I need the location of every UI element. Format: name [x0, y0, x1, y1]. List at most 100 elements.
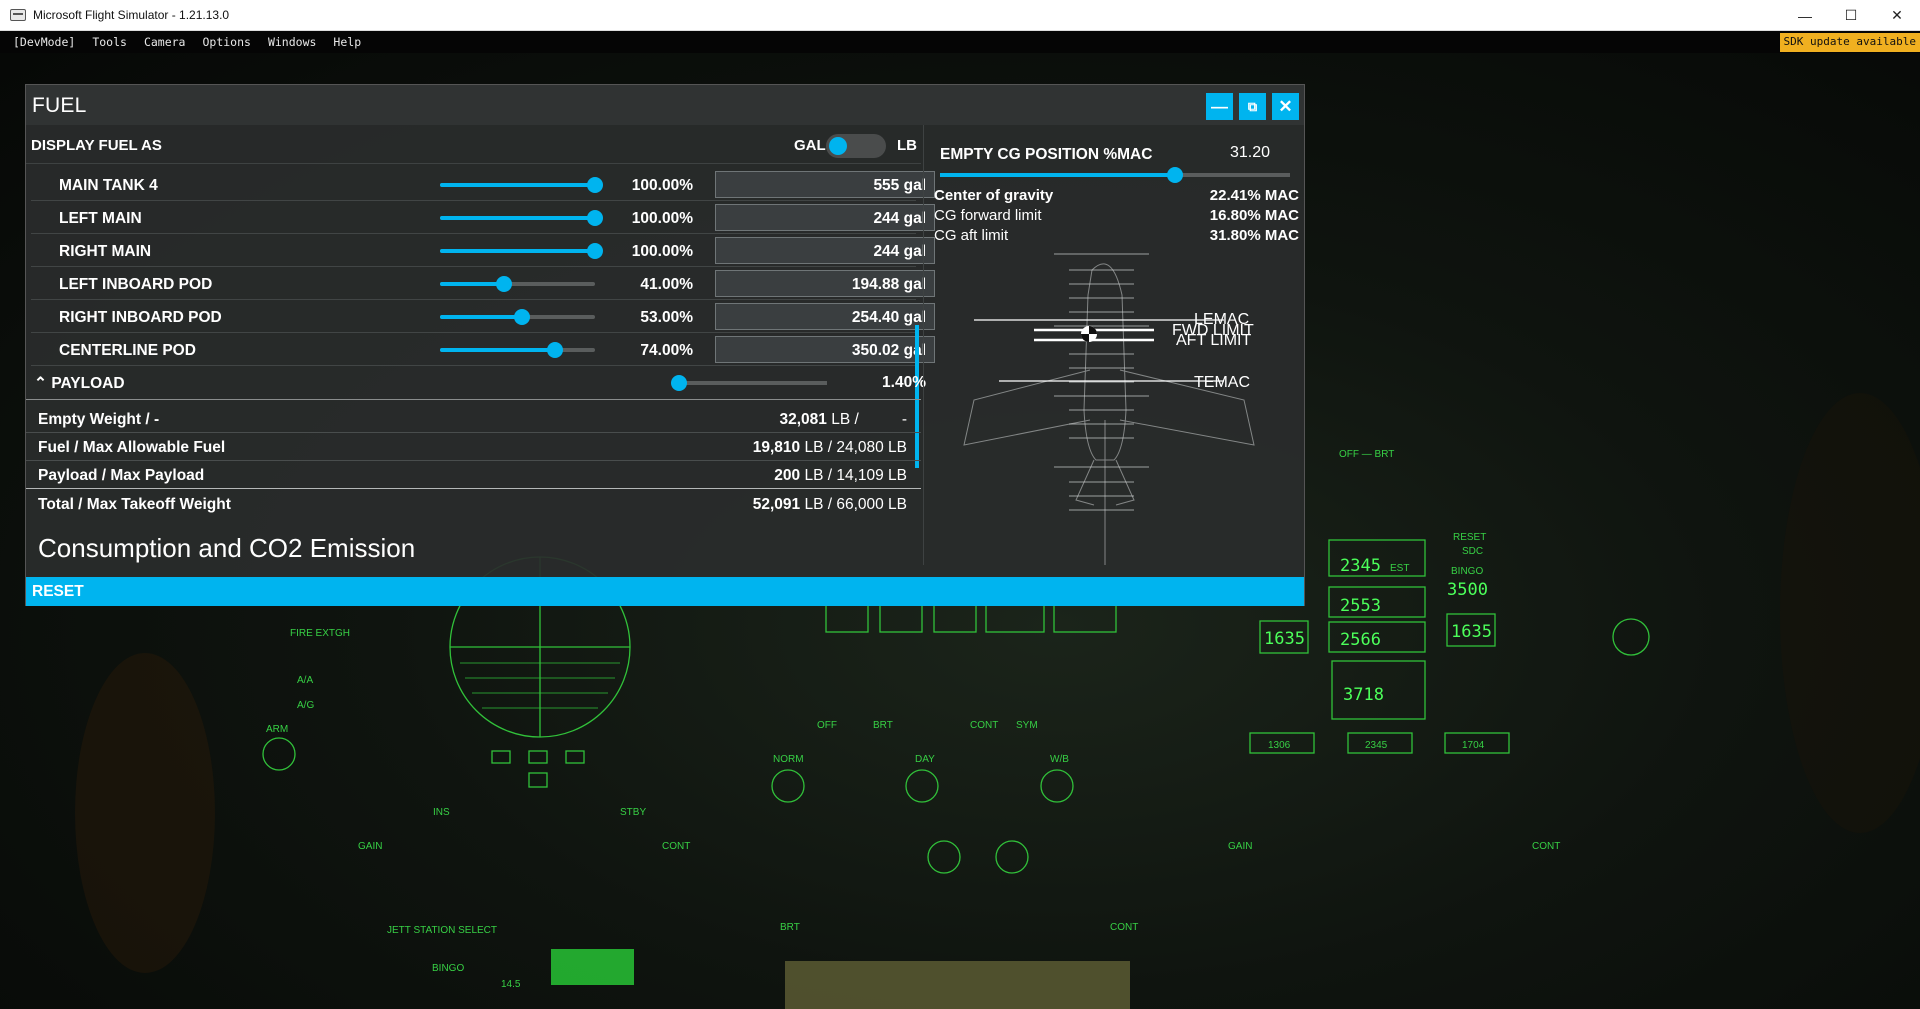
menu-options[interactable]: Options: [202, 35, 250, 49]
minimize-icon: —: [1211, 96, 1228, 116]
slider-fill: [940, 173, 1175, 177]
gal-option-label: GAL: [794, 137, 826, 154]
slider-fill: [440, 216, 595, 220]
external-window-icon: ⧉: [1247, 98, 1258, 114]
weight-value: 19,810 LB / 24,080 LB: [752, 439, 907, 456]
bingo-indicator: [551, 949, 634, 985]
reset-button[interactable]: RESET: [26, 577, 1304, 606]
svg-text:BRT: BRT: [873, 720, 893, 731]
tank-percent: 100.00%: [631, 177, 693, 194]
sdk-update-badge[interactable]: SDK update available: [1779, 33, 1920, 52]
svg-text:INS: INS: [433, 807, 450, 818]
consumption-heading[interactable]: Consumption and CO2 Emission: [38, 533, 415, 564]
tank-row: RIGHT MAIN 100.00% 244 gal: [31, 234, 935, 267]
window-titlebar: Microsoft Flight Simulator - 1.21.13.0 —…: [0, 0, 1920, 31]
weight-label: Payload / Max Payload: [38, 467, 205, 484]
slider-knob[interactable]: [495, 276, 512, 292]
fuel-panel-title: FUEL: [32, 94, 87, 117]
tank-name: LEFT MAIN: [59, 210, 142, 227]
maximize-window-button[interactable]: ☐: [1828, 0, 1874, 31]
svg-text:JETT STATION SELECT: JETT STATION SELECT: [387, 925, 497, 936]
tank-slider[interactable]: [440, 342, 595, 358]
svg-text:2345: 2345: [1365, 740, 1388, 751]
unit-toggle[interactable]: [826, 134, 886, 158]
slider-knob[interactable]: [514, 309, 531, 325]
payload-row[interactable]: ⌃ PAYLOAD 1.40%: [26, 364, 926, 400]
weight-row: Total / Max Takeoff Weight 52,091 LB / 6…: [26, 490, 921, 518]
tank-row: RIGHT INBOARD POD 53.00% 254.40 gal: [31, 300, 935, 333]
tank-row: LEFT MAIN 100.00% 244 gal: [31, 201, 935, 234]
cg-stat-label: Center of gravity: [934, 187, 1054, 204]
minimize-panel-button[interactable]: —: [1206, 93, 1233, 120]
slider-fill: [440, 282, 504, 286]
tank-quantity-field[interactable]: 194.88 gal: [715, 270, 935, 297]
tank-quantity-field[interactable]: 254.40 gal: [715, 303, 935, 330]
slider-knob[interactable]: [1167, 167, 1183, 183]
slider-knob[interactable]: [546, 342, 563, 358]
tank-slider[interactable]: [440, 243, 603, 259]
tank-name: RIGHT MAIN: [59, 243, 152, 260]
close-panel-button[interactable]: ✕: [1272, 93, 1299, 120]
svg-text:FIRE EXTGH: FIRE EXTGH: [290, 628, 350, 639]
menu-help[interactable]: Help: [333, 35, 361, 49]
grid-lines: [1054, 253, 1149, 511]
payload-percent: 1.40%: [882, 374, 926, 391]
weight-label: Empty Weight / -: [38, 411, 160, 428]
close-window-button[interactable]: ✕: [1874, 0, 1920, 31]
tank-quantity-field[interactable]: 244 gal: [715, 237, 935, 264]
tank-quantity-field[interactable]: 350.02 gal: [715, 336, 935, 363]
cg-aircraft-diagram: LEMAC FWD LIMIT AFT LIMIT TEMAC: [963, 253, 1255, 565]
weight-row: Payload / Max Payload 200 LB / 14,109 LB: [26, 461, 921, 489]
slider-fill: [440, 183, 595, 187]
svg-text:1306: 1306: [1268, 740, 1291, 751]
tank-slider[interactable]: [440, 210, 603, 226]
weight-value: 52,091 LB / 66,000 LB: [752, 496, 907, 513]
tank-slider[interactable]: [440, 177, 603, 193]
cg-marker-icon: [1081, 326, 1097, 342]
tank-percent: 100.00%: [631, 243, 693, 260]
tank-slider[interactable]: [440, 309, 595, 325]
aircraft-outline-icon: [963, 263, 1255, 565]
tank-percent: 74.00%: [640, 342, 693, 359]
minimize-window-button[interactable]: —: [1782, 0, 1828, 31]
cg-stat-value: 22.41% MAC: [1209, 187, 1299, 204]
cg-section: EMPTY CG POSITION %MAC 31.20 Center of g…: [923, 125, 1306, 565]
tank-percent: 100.00%: [631, 210, 693, 227]
fuel-panel-header[interactable]: FUEL — ⧉ ✕: [26, 85, 1304, 125]
tank-quantity-field[interactable]: 555 gal: [715, 171, 935, 198]
payload-slider[interactable]: [671, 375, 827, 391]
display-fuel-as-row: DISPLAY FUEL AS GAL LB: [26, 125, 921, 164]
slider-knob[interactable]: [671, 375, 688, 391]
tank-percent: 53.00%: [640, 309, 693, 326]
fuel-panel: FUEL — ⧉ ✕ DISPLAY FUEL AS GAL LB MAIN T…: [25, 84, 1305, 606]
weight-label: Total / Max Takeoff Weight: [38, 496, 231, 513]
tank-percent: 41.00%: [640, 276, 693, 293]
menu-windows[interactable]: Windows: [268, 35, 316, 49]
menu-tools[interactable]: Tools: [92, 35, 127, 49]
tank-quantity-field[interactable]: 244 gal: [715, 204, 935, 231]
cg-stat-value: 31.80% MAC: [1209, 227, 1299, 244]
menu-devmode[interactable]: [DevMode]: [13, 35, 75, 49]
svg-text:1635: 1635: [1264, 629, 1305, 649]
weight-value: 200 LB / 14,109 LB: [774, 467, 907, 484]
menu-camera[interactable]: Camera: [144, 35, 186, 49]
tank-slider[interactable]: [440, 276, 595, 292]
svg-text:EST: EST: [1390, 563, 1409, 574]
svg-text:DAY: DAY: [915, 754, 935, 765]
svg-text:A/G: A/G: [297, 700, 314, 711]
svg-text:SYM: SYM: [1016, 720, 1038, 731]
svg-text:STBY: STBY: [620, 807, 646, 818]
empty-cg-slider[interactable]: [940, 167, 1290, 183]
svg-text:W/B: W/B: [1050, 754, 1069, 765]
svg-text:BINGO: BINGO: [432, 963, 464, 974]
svg-text:2566: 2566: [1340, 630, 1381, 650]
tank-row: LEFT INBOARD POD 41.00% 194.88 gal: [31, 267, 935, 300]
slider-fill: [440, 249, 595, 253]
app-icon: [10, 9, 26, 21]
cg-stat-row: Center of gravity 22.41% MAC: [934, 187, 1299, 207]
svg-text:1704: 1704: [1462, 740, 1485, 751]
svg-text:RESET: RESET: [1453, 532, 1486, 543]
svg-text:3500: 3500: [1447, 580, 1488, 600]
undock-panel-button[interactable]: ⧉: [1239, 93, 1266, 120]
svg-text:2553: 2553: [1340, 596, 1381, 616]
